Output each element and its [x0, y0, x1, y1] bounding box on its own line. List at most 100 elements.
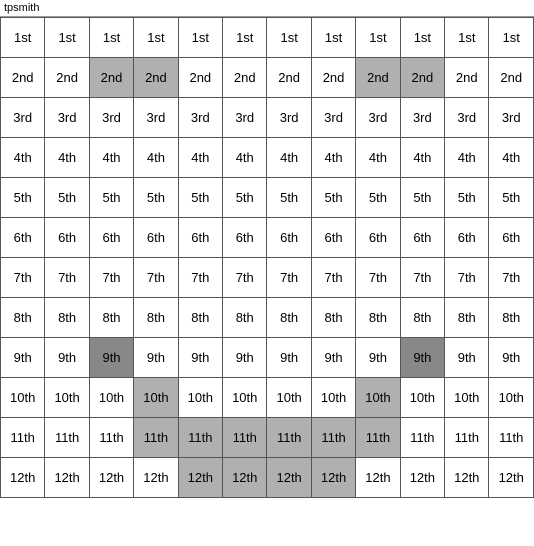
table-cell: 8th	[45, 298, 89, 338]
table-cell: 9th	[134, 338, 178, 378]
table-cell: 1st	[89, 18, 133, 58]
table-row: 1st1st1st1st1st1st1st1st1st1st1st1st	[1, 18, 534, 58]
table-cell: 12th	[134, 458, 178, 498]
table-cell: 7th	[400, 258, 444, 298]
table-cell: 2nd	[311, 58, 355, 98]
table-cell: 6th	[1, 218, 45, 258]
table-cell: 8th	[178, 298, 222, 338]
table-cell: 1st	[267, 18, 311, 58]
table-row: 10th10th10th10th10th10th10th10th10th10th…	[1, 378, 534, 418]
table-cell: 5th	[45, 178, 89, 218]
table-cell: 6th	[400, 218, 444, 258]
table-cell: 10th	[356, 378, 400, 418]
table-cell: 3rd	[445, 98, 489, 138]
table-cell: 11th	[400, 418, 444, 458]
table-row: 7th7th7th7th7th7th7th7th7th7th7th7th	[1, 258, 534, 298]
table-cell: 7th	[267, 258, 311, 298]
table-cell: 5th	[356, 178, 400, 218]
table-cell: 2nd	[445, 58, 489, 98]
table-cell: 12th	[45, 458, 89, 498]
table-cell: 2nd	[134, 58, 178, 98]
table-cell: 12th	[400, 458, 444, 498]
table-body: 1st1st1st1st1st1st1st1st1st1st1st1st2nd2…	[1, 18, 534, 498]
table-cell: 5th	[223, 178, 267, 218]
table-cell: 8th	[134, 298, 178, 338]
table-row: 9th9th9th9th9th9th9th9th9th9th9th9th	[1, 338, 534, 378]
table-cell: 2nd	[45, 58, 89, 98]
table-cell: 10th	[178, 378, 222, 418]
table-cell: 5th	[178, 178, 222, 218]
table-cell: 7th	[45, 258, 89, 298]
table-cell: 7th	[356, 258, 400, 298]
table-cell: 12th	[356, 458, 400, 498]
table-cell: 6th	[223, 218, 267, 258]
table-cell: 4th	[311, 138, 355, 178]
table-cell: 12th	[223, 458, 267, 498]
table-cell: 5th	[134, 178, 178, 218]
table-cell: 9th	[223, 338, 267, 378]
table-cell: 7th	[1, 258, 45, 298]
table-cell: 12th	[311, 458, 355, 498]
table-cell: 12th	[267, 458, 311, 498]
table-cell: 8th	[311, 298, 355, 338]
table-cell: 1st	[223, 18, 267, 58]
grid-container: 1st1st1st1st1st1st1st1st1st1st1st1st2nd2…	[0, 17, 534, 498]
table-cell: 8th	[356, 298, 400, 338]
table-row: 12th12th12th12th12th12th12th12th12th12th…	[1, 458, 534, 498]
table-cell: 7th	[223, 258, 267, 298]
table-cell: 3rd	[489, 98, 534, 138]
table-row: 4th4th4th4th4th4th4th4th4th4th4th4th	[1, 138, 534, 178]
table-cell: 9th	[311, 338, 355, 378]
table-cell: 4th	[356, 138, 400, 178]
table-cell: 9th	[45, 338, 89, 378]
table-cell: 5th	[267, 178, 311, 218]
table-cell: 12th	[1, 458, 45, 498]
table-cell: 2nd	[356, 58, 400, 98]
table-cell: 2nd	[489, 58, 534, 98]
table-cell: 6th	[311, 218, 355, 258]
table-row: 5th5th5th5th5th5th5th5th5th5th5th5th	[1, 178, 534, 218]
table-row: 8th8th8th8th8th8th8th8th8th8th8th8th	[1, 298, 534, 338]
table-cell: 8th	[1, 298, 45, 338]
table-cell: 3rd	[134, 98, 178, 138]
table-cell: 9th	[400, 338, 444, 378]
table-cell: 5th	[445, 178, 489, 218]
table-cell: 2nd	[267, 58, 311, 98]
table-cell: 4th	[45, 138, 89, 178]
table-cell: 11th	[267, 418, 311, 458]
table-row: 11th11th11th11th11th11th11th11th11th11th…	[1, 418, 534, 458]
table-cell: 9th	[267, 338, 311, 378]
table-cell: 3rd	[1, 98, 45, 138]
table-cell: 9th	[89, 338, 133, 378]
table-cell: 2nd	[400, 58, 444, 98]
table-cell: 1st	[400, 18, 444, 58]
table-cell: 1st	[178, 18, 222, 58]
table-cell: 1st	[45, 18, 89, 58]
table-cell: 3rd	[89, 98, 133, 138]
table-cell: 3rd	[178, 98, 222, 138]
table-cell: 8th	[89, 298, 133, 338]
table-cell: 4th	[445, 138, 489, 178]
title-bar: tpsmith	[0, 0, 534, 17]
table-cell: 7th	[445, 258, 489, 298]
table-cell: 10th	[1, 378, 45, 418]
table-cell: 7th	[311, 258, 355, 298]
table-cell: 6th	[134, 218, 178, 258]
table-cell: 7th	[489, 258, 534, 298]
table-row: 6th6th6th6th6th6th6th6th6th6th6th6th	[1, 218, 534, 258]
table-cell: 12th	[178, 458, 222, 498]
table-cell: 9th	[178, 338, 222, 378]
table-cell: 9th	[445, 338, 489, 378]
table-cell: 7th	[89, 258, 133, 298]
table-cell: 6th	[267, 218, 311, 258]
table-cell: 10th	[45, 378, 89, 418]
table-cell: 2nd	[89, 58, 133, 98]
table-cell: 2nd	[1, 58, 45, 98]
table-cell: 10th	[445, 378, 489, 418]
table-cell: 11th	[311, 418, 355, 458]
table-cell: 5th	[489, 178, 534, 218]
table-cell: 1st	[445, 18, 489, 58]
table-cell: 10th	[134, 378, 178, 418]
table-cell: 10th	[400, 378, 444, 418]
table-cell: 10th	[267, 378, 311, 418]
